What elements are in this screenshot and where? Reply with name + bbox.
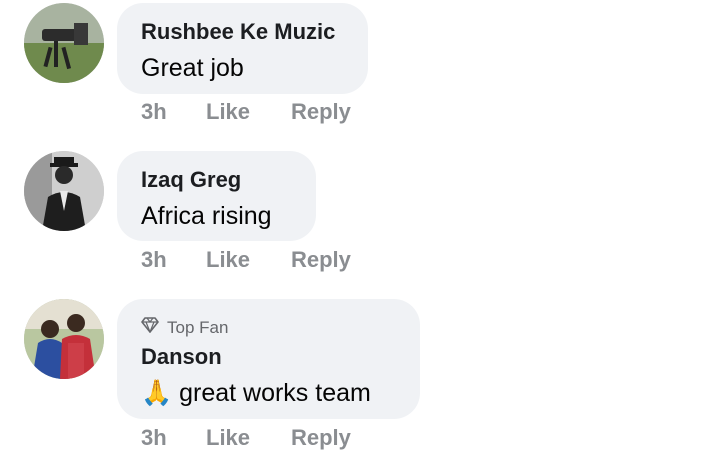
comment-actions: 3h Like Reply <box>141 247 351 273</box>
comment-bubble: Rushbee Ke Muzic Great job <box>117 3 368 94</box>
avatar[interactable] <box>24 151 104 231</box>
reply-button[interactable]: Reply <box>291 247 351 273</box>
comment-bubble: Izaq Greg Africa rising <box>117 151 316 241</box>
comment-author[interactable]: Danson <box>141 344 396 370</box>
comment-author[interactable]: Izaq Greg <box>141 167 292 193</box>
timestamp[interactable]: 3h <box>141 99 206 125</box>
timestamp[interactable]: 3h <box>141 247 206 273</box>
comment-text-body: great works team <box>179 379 371 407</box>
avatar[interactable] <box>24 299 104 379</box>
reply-button[interactable]: Reply <box>291 99 351 125</box>
comment-actions: 3h Like Reply <box>141 425 351 451</box>
comment-author[interactable]: Rushbee Ke Muzic <box>141 19 344 45</box>
comment-text: Africa rising <box>141 202 272 230</box>
avatar[interactable] <box>24 3 104 83</box>
comment-text: Great job <box>141 54 244 82</box>
comment-actions: 3h Like Reply <box>141 99 351 125</box>
like-button[interactable]: Like <box>206 425 291 451</box>
timestamp[interactable]: 3h <box>141 425 206 451</box>
praying-hands-emoji: 🙏 <box>141 379 173 407</box>
like-button[interactable]: Like <box>206 99 291 125</box>
top-fan-badge: Top Fan <box>141 317 396 338</box>
badge-label: Top Fan <box>167 317 229 337</box>
comment-bubble: Top Fan Danson 🙏 great works team <box>117 299 420 419</box>
like-button[interactable]: Like <box>206 247 291 273</box>
reply-button[interactable]: Reply <box>291 425 351 451</box>
diamond-icon <box>141 317 159 338</box>
comment-text: 🙏 great works team <box>141 378 396 408</box>
